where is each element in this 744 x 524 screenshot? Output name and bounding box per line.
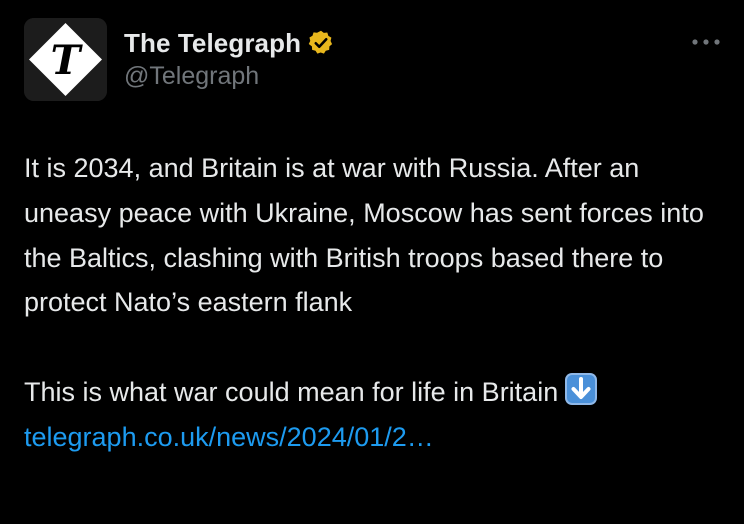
telegraph-logo-icon: T: [24, 18, 107, 101]
article-link[interactable]: telegraph.co.uk/news/2024/01/2…: [24, 422, 434, 452]
tweet-paragraph-1: It is 2034, and Britain is at war with R…: [24, 153, 704, 318]
more-horizontal-icon: [692, 39, 720, 45]
display-name[interactable]: The Telegraph: [124, 28, 301, 59]
down-arrow-emoji-icon: [564, 372, 598, 406]
tweet-paragraph-2: This is what war could mean for life in …: [24, 370, 724, 460]
more-options-button[interactable]: [690, 26, 722, 58]
avatar[interactable]: T: [24, 18, 107, 101]
name-row: The Telegraph: [124, 26, 335, 60]
svg-text:T: T: [51, 37, 84, 84]
handle[interactable]: @Telegraph: [124, 62, 335, 91]
tweet-text: It is 2034, and Britain is at war with R…: [24, 146, 724, 460]
tweet-header: The Telegraph @Telegraph: [124, 26, 335, 91]
tweet-paragraph-2-text: This is what war could mean for life in …: [24, 376, 559, 407]
verified-badge-icon: [307, 29, 335, 57]
